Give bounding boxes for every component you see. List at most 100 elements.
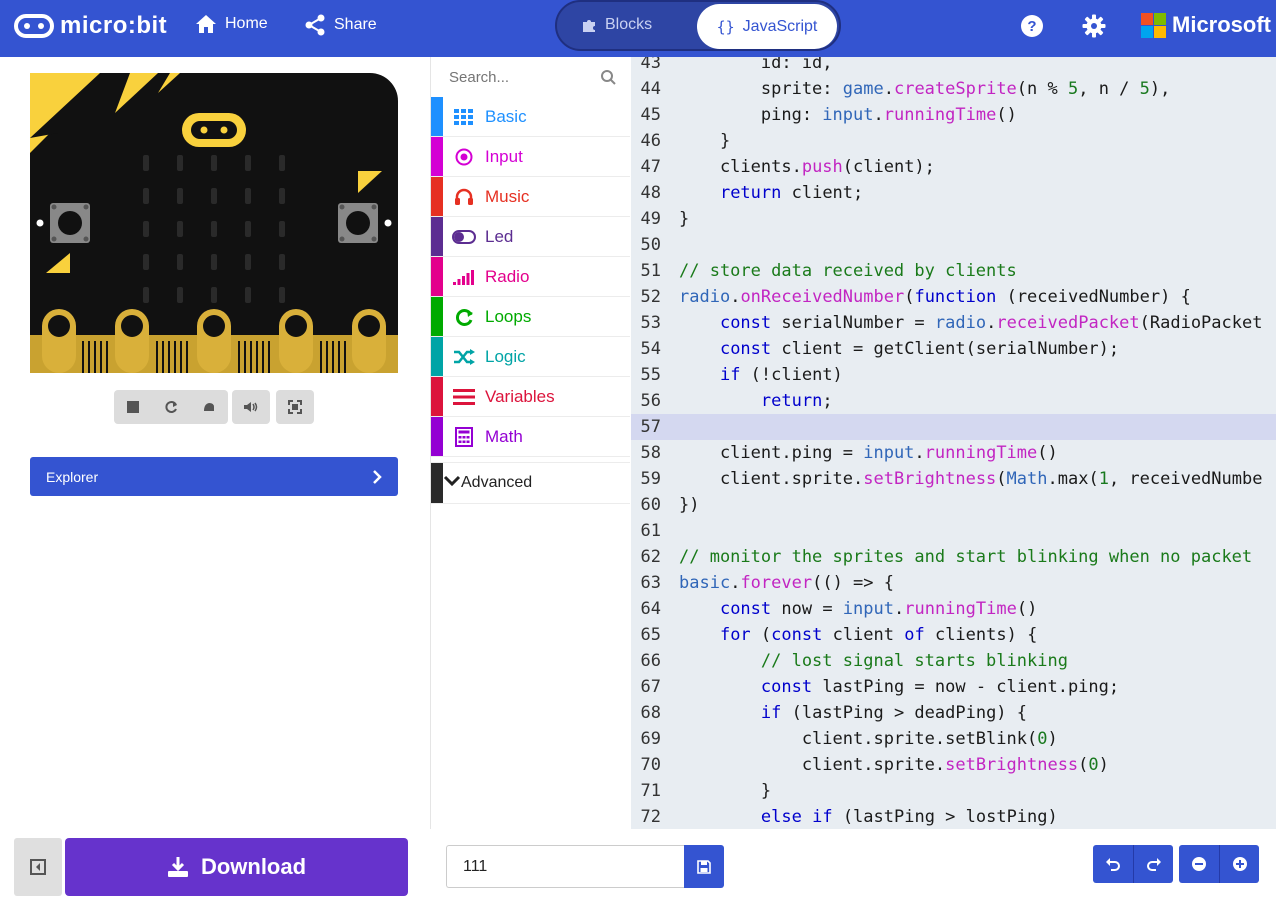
code-line[interactable]: 52 radio.onReceivedNumber(function (recei… [631,284,1276,310]
code-line[interactable]: 67 const lastPing = now - client.ping; [631,674,1276,700]
line-number: 49 [640,209,661,229]
code-line[interactable]: 66 // lost signal starts blinking [631,648,1276,674]
undo-button[interactable] [1093,845,1133,883]
toolbox-category-led[interactable]: Led [431,217,630,257]
code-line[interactable]: 63 basic.forever(() => { [631,570,1276,596]
code-line[interactable]: 70 client.sprite.setBrightness(0) [631,752,1276,778]
save-button[interactable] [684,845,724,888]
line-number: 63 [640,573,661,593]
toolbox-category-radio[interactable]: Radio [431,257,630,297]
toolbox-search-input[interactable] [449,68,589,86]
lines-icon [443,388,485,405]
code-line[interactable]: 44 sprite: game.createSprite(n % 5, n / … [631,76,1276,102]
toolbox-category-music[interactable]: Music [431,177,630,217]
microsoft-logo[interactable]: Microsoft [1141,12,1271,38]
toolbox-search [431,57,630,97]
download-button[interactable]: Download [65,838,408,896]
project-name-input[interactable]: 111 [446,845,684,888]
blocks-label: Blocks [605,16,653,33]
toolbox-label: Music [485,186,530,206]
fullscreen-simulator-button[interactable] [276,390,314,424]
toolbox-category-input[interactable]: Input [431,137,630,177]
zoom-out-icon [1192,857,1206,871]
code-line[interactable]: 56 return; [631,388,1276,414]
search-icon[interactable] [601,69,616,85]
line-number: 59 [640,469,661,489]
toolbox-advanced[interactable]: Advanced [431,462,630,504]
blocks-tab[interactable]: Blocks [581,16,652,34]
code-line[interactable]: 61 [631,518,1276,544]
microbit-simulator[interactable] [30,73,398,373]
toolbox-category-basic[interactable]: Basic [431,97,630,137]
toolbox-category-logic[interactable]: Logic [431,337,630,377]
toolbox-label: Led [485,226,514,246]
code-line[interactable]: 62 // monitor the sprites and start blink… [631,544,1276,570]
code-line[interactable]: 60}) [631,492,1276,518]
toolbox: Basic Input Music Led Radio Loops [430,57,630,829]
code-line[interactable]: 53 const serialNumber = radio.receivedPa… [631,310,1276,336]
code-line[interactable]: 57 [631,414,1276,440]
line-number: 62 [640,547,661,567]
zoom-out-button[interactable] [1179,845,1219,883]
line-number: 67 [640,677,661,697]
microbit-logo[interactable]: micro:bit [14,12,167,40]
code-line[interactable]: 46 } [631,128,1276,154]
line-number: 53 [640,313,661,333]
home-button[interactable]: Home [195,14,268,34]
code-line[interactable]: 59 client.sprite.setBrightness(Math.max(… [631,466,1276,492]
line-number: 61 [640,521,661,541]
code-line[interactable]: 58 client.ping = input.runningTime() [631,440,1276,466]
collapse-simulator-button[interactable] [14,838,62,896]
code-line[interactable]: 64 const now = input.runningTime() [631,596,1276,622]
line-number: 47 [640,157,661,177]
home-label: Home [225,15,268,32]
code-line[interactable]: 54 const client = getClient(serialNumber… [631,336,1276,362]
redo-button[interactable] [1133,845,1173,883]
zoom-in-button[interactable] [1219,845,1259,883]
debug-simulator-button[interactable] [190,390,228,424]
javascript-tab[interactable]: {} JavaScript [697,4,837,49]
toolbox-label: Input [485,146,523,166]
mute-simulator-button[interactable] [232,390,270,424]
toolbox-category-math[interactable]: Math [431,417,630,457]
line-number: 51 [640,261,661,281]
code-editor[interactable]: 43 id: id, 44 sprite: game.createSprite(n… [631,57,1276,829]
toolbox-label: Radio [485,266,530,286]
code-text: const serialNumber = radio.receivedPacke… [719,313,1263,333]
code-line[interactable]: 43 id: id, [631,57,1276,76]
line-number: 70 [640,755,661,775]
code-line[interactable]: 69 client.sprite.setBlink(0) [631,726,1276,752]
refresh-icon [443,307,485,327]
code-line[interactable]: 71 } [631,778,1276,804]
chevron-right-icon [373,469,382,484]
download-icon [167,857,188,877]
settings-gear-icon[interactable] [1082,14,1106,38]
code-line[interactable]: 65 for (const client of clients) { [631,622,1276,648]
line-number: 65 [640,625,661,645]
line-number: 55 [640,365,661,385]
stop-simulator-button[interactable] [114,390,152,424]
help-icon[interactable]: ? [1020,14,1044,38]
code-line[interactable]: 48 return client; [631,180,1276,206]
code-line[interactable]: 49} [631,206,1276,232]
code-line[interactable]: 47 clients.push(client); [631,154,1276,180]
toggle-icon [443,229,485,244]
explorer-button[interactable]: Explorer [30,457,398,496]
toolbox-category-variables[interactable]: Variables [431,377,630,417]
toolbox-category-loops[interactable]: Loops [431,297,630,337]
share-label: Share [334,16,377,33]
code-line[interactable]: 45 ping: input.runningTime() [631,102,1276,128]
line-number: 52 [640,287,661,307]
code-line[interactable]: 51 // store data received by clients [631,258,1276,284]
code-line[interactable]: 55 if (!client) [631,362,1276,388]
editor-toolbar: Download 111 [0,829,1276,897]
line-number: 66 [640,651,661,671]
code-line[interactable]: 72 else if (lastPing > lostPing) [631,804,1276,829]
editor-action-buttons [1093,845,1259,883]
share-button[interactable]: Share [304,14,377,36]
restart-simulator-button[interactable] [152,390,190,424]
code-line[interactable]: 68 if (lastPing > deadPing) { [631,700,1276,726]
code-line[interactable]: 50 [631,232,1276,258]
signal-icon [443,269,485,285]
toolbox-label: Basic [485,106,527,126]
